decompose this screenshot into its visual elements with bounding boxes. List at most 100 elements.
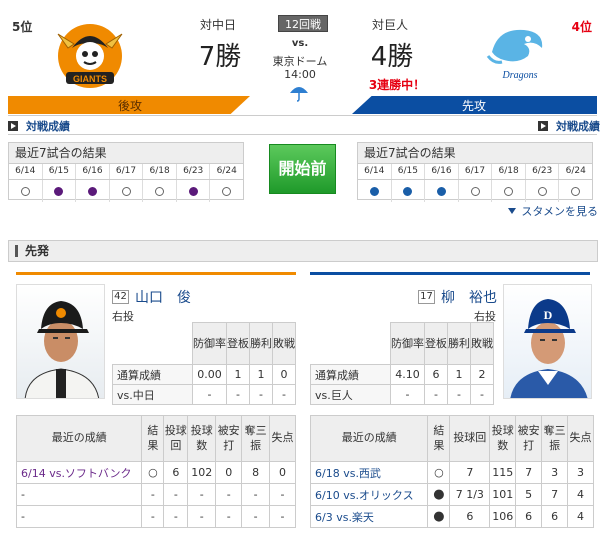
giants-logo[interactable]: GIANTS <box>50 14 130 94</box>
recent-result-cell <box>390 180 425 202</box>
dragons-logo[interactable]: Dragons <box>484 22 550 84</box>
stat-header: 勝利 <box>447 322 471 365</box>
result-dot-icon <box>470 186 480 196</box>
recent-date: 6/17 <box>108 164 143 179</box>
recent-date: 6/18 <box>142 164 176 179</box>
result-dot-icon <box>436 186 446 196</box>
game-link[interactable]: 6/18 vs.西武 <box>309 461 429 484</box>
recent-7-title: 最近7試合の結果 <box>358 143 592 163</box>
recent-result-cell <box>175 180 210 202</box>
away-link-label: 対戦成績 <box>556 120 600 133</box>
game-time: 14:00 <box>284 68 316 81</box>
triangle-down-icon <box>508 208 517 214</box>
divider <box>8 134 597 135</box>
table-row: 通算成績 4.10 6 1 2 <box>310 364 494 385</box>
away-vs-label: 対巨人 <box>371 18 408 32</box>
away-pitcher-photo[interactable]: D <box>503 284 592 399</box>
game-link[interactable]: 6/10 vs.オリックス <box>309 483 429 506</box>
table-row: 6/3 vs.楽天 ● 6 106 6 6 4 <box>309 505 594 528</box>
home-team-line <box>16 272 296 275</box>
home-head-to-head-link[interactable]: 対戦成績 <box>8 118 70 134</box>
table-row: vs.中日 - - - - <box>112 384 296 405</box>
home-rank: 5位 <box>12 20 33 34</box>
result-dot-icon <box>87 186 97 196</box>
starting-members-link[interactable]: スタメンを見る <box>508 203 598 219</box>
recent-7-results <box>9 180 243 202</box>
recent-date: 6/15 <box>390 164 425 179</box>
away-team-line <box>310 272 590 275</box>
game-status-button[interactable]: 開始前 <box>269 144 336 194</box>
stat-header: 勝利 <box>249 322 273 365</box>
recent-result-cell <box>142 180 176 202</box>
result-dot-icon <box>121 186 131 196</box>
result-dot-icon <box>222 186 232 196</box>
recent-date: 6/23 <box>175 164 210 179</box>
recent-result-cell <box>108 180 143 202</box>
game-link[interactable]: 6/3 vs.楽天 <box>309 505 429 528</box>
arrow-icon <box>8 121 18 131</box>
recent-result-cell <box>424 180 458 202</box>
home-batting-order: 後攻 <box>118 99 143 113</box>
home-recent-7-games: 最近7試合の結果 6/14 6/15 6/16 6/17 6/18 6/23 6/24 <box>8 142 244 202</box>
recent-date: 6/17 <box>457 164 492 179</box>
away-rank: 4位 <box>571 20 592 34</box>
stat-header: 登板 <box>424 322 448 365</box>
umbrella-icon <box>290 87 308 102</box>
recent-date: 6/15 <box>41 164 76 179</box>
stat-header: 敗戦 <box>470 322 494 365</box>
recent-date: 6/16 <box>424 164 458 179</box>
table-row: - - - - - - - <box>15 483 296 506</box>
recent-result-cell <box>457 180 492 202</box>
recent-result-cell <box>524 180 559 202</box>
recent-date: 6/23 <box>524 164 559 179</box>
svg-text:Dragons: Dragons <box>501 70 537 81</box>
table-row: 通算成績 0.00 1 1 0 <box>112 364 296 385</box>
recent-result-cell <box>358 180 391 202</box>
recent-7-title: 最近7試合の結果 <box>9 143 243 163</box>
stadium: 東京ドーム <box>272 55 328 68</box>
divider <box>8 115 597 116</box>
away-streak: 3連勝中！ <box>368 78 426 92</box>
arrow-icon <box>538 121 548 131</box>
table-row: 6/14 vs.ソフトバンク ○ 6 102 0 8 0 <box>15 461 296 484</box>
home-vs-label: 対中日 <box>199 18 236 32</box>
recent-7-dates: 6/14 6/15 6/16 6/17 6/18 6/23 6/24 <box>358 163 592 180</box>
home-link-label: 対戦成績 <box>26 120 70 133</box>
table-row: - - - - - - - <box>15 505 296 528</box>
recent-result-cell <box>558 180 592 202</box>
table-row: vs.巨人 - - - - <box>310 384 494 405</box>
result-dot-icon <box>537 186 547 196</box>
stat-header: 登板 <box>226 322 250 365</box>
away-pitcher-recent: 最近の成績 結果 投球回 投球数 被安打 奪三振 失点 6/18 vs.西武 ○… <box>309 415 594 528</box>
away-wins: 4勝 <box>370 42 414 72</box>
recent-date: 6/18 <box>491 164 525 179</box>
home-pitcher-stats: 防御率 登板 勝利 敗戦 通算成績 0.00 1 1 0 vs.中日 - - -… <box>112 322 296 405</box>
recent-date: 6/24 <box>209 164 243 179</box>
recent-date: 6/14 <box>364 166 385 176</box>
starting-members-label: スタメンを見る <box>521 205 598 218</box>
result-dot-icon <box>504 186 514 196</box>
recent-7-results <box>358 180 592 202</box>
home-pitcher-name[interactable]: 山口 俊 <box>135 287 191 307</box>
section-header: 先発 <box>8 240 598 262</box>
game-link[interactable]: 6/14 vs.ソフトバンク <box>15 461 143 484</box>
away-pitcher-stats: 防御率 登板 勝利 敗戦 通算成績 4.10 6 1 2 vs.巨人 - - -… <box>310 322 494 405</box>
result-dot-icon <box>571 186 581 196</box>
recent-date: 6/16 <box>75 164 109 179</box>
result-dot-icon <box>54 186 64 196</box>
result-dot-icon <box>403 186 413 196</box>
stat-header: 防御率 <box>192 322 227 365</box>
result-dot-icon <box>155 186 165 196</box>
result-dot-icon <box>20 186 30 196</box>
result-dot-icon <box>188 186 198 196</box>
home-pitcher-photo[interactable] <box>16 284 105 399</box>
home-pitcher-number: 42 <box>112 290 129 304</box>
recent-date: 6/14 <box>15 166 36 176</box>
stat-header: 敗戦 <box>272 322 296 365</box>
recent-result-cell <box>491 180 525 202</box>
away-pitcher-name[interactable]: 柳 裕也 <box>441 287 497 307</box>
game-number: 12回戦 <box>278 15 328 32</box>
away-recent-7-games: 最近7試合の結果 6/14 6/15 6/16 6/17 6/18 6/23 6/24 <box>357 142 593 202</box>
away-head-to-head-link[interactable]: 対戦成績 <box>538 118 600 134</box>
svg-text:GIANTS: GIANTS <box>73 74 107 84</box>
